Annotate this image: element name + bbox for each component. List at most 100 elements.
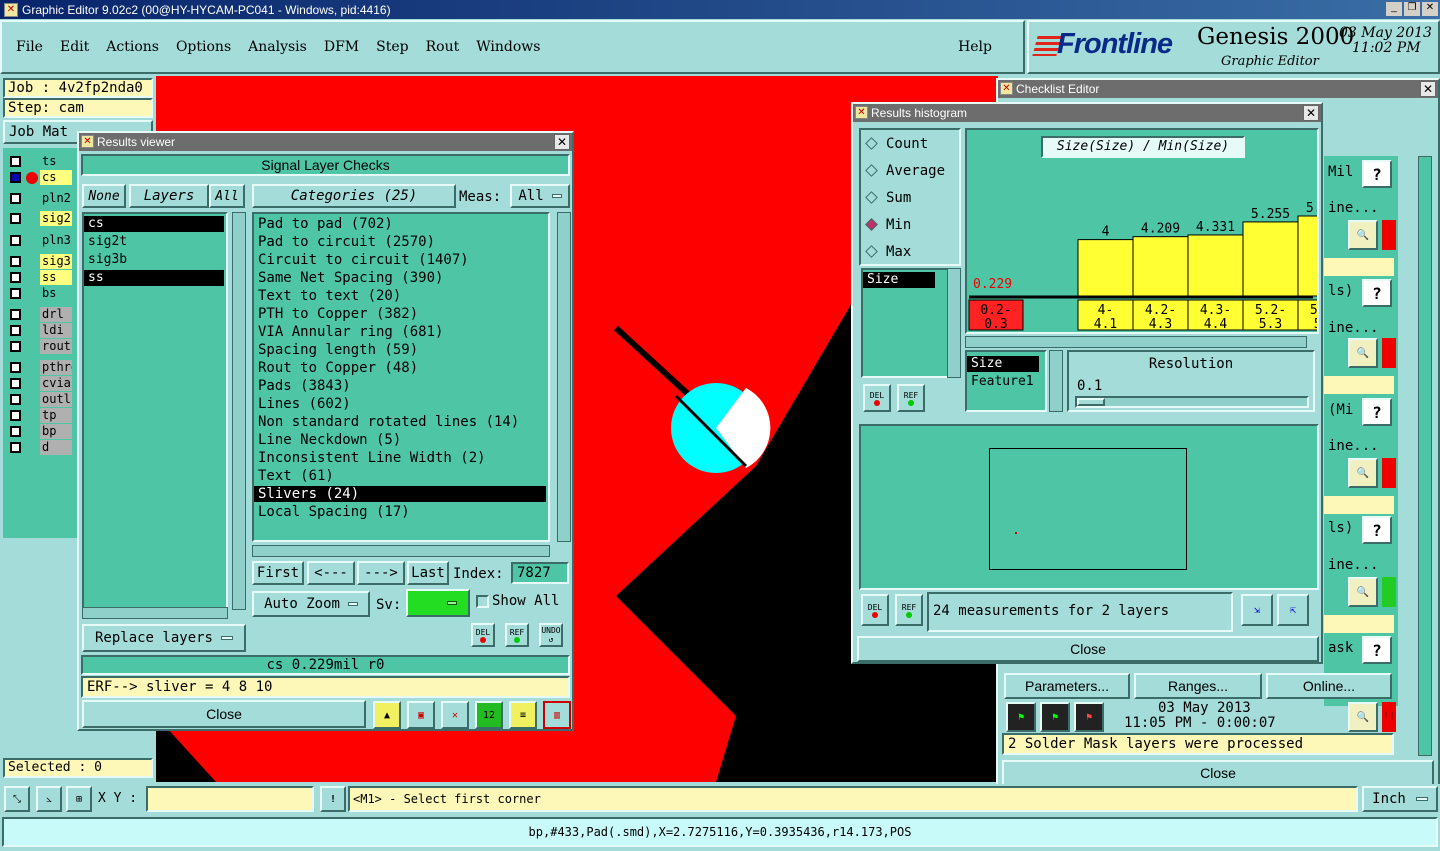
category-item[interactable]: Line Neckdown (5) [254,432,546,448]
histogram-close-button[interactable]: Close [857,636,1319,662]
layer-name-pln2[interactable]: pln2 [40,191,72,206]
option-sum[interactable]: Sum [863,190,911,206]
resolution-slider-thumb[interactable] [1077,398,1105,406]
layer-item-cs[interactable]: cs [84,216,224,232]
category-item[interactable]: Pad to circuit (2570) [254,234,546,250]
sv-color-dropdown[interactable] [406,589,470,617]
checklist-close-button[interactable]: Close [1002,760,1434,786]
auto-zoom-dropdown[interactable]: Auto Zoom [252,591,370,617]
layer-checkbox-bs[interactable] [10,288,21,299]
undo-button[interactable]: UNDO ↺ [539,623,563,647]
histogram-del-bottom[interactable]: DEL [861,594,889,626]
layer-checkbox-tp[interactable] [10,410,21,421]
maximize-button[interactable]: ❐ [1404,2,1420,16]
category-item[interactable]: PTH to Copper (382) [254,306,546,322]
layer-checkbox-d[interactable] [10,442,21,453]
category-item[interactable]: Spacing length (59) [254,342,546,358]
layer-name-ss[interactable]: ss [40,270,72,285]
alert-icon[interactable]: ! [320,786,346,812]
run-all-icon[interactable]: ⚑ [1006,702,1036,732]
counter-tool-icon[interactable]: 12 [475,701,503,729]
meas-dropdown[interactable]: All [510,184,570,208]
menu-file[interactable]: File [16,39,43,55]
close-window-button[interactable]: ✕ [1422,2,1438,16]
show-all-checkbox[interactable] [476,595,489,608]
category-item[interactable]: Same Net Spacing (390) [254,270,546,286]
parameters-button[interactable]: Parameters... [1004,673,1130,699]
layer-checkbox-pln2[interactable] [10,193,21,204]
layer-name-cvia[interactable]: cvia [40,376,72,391]
layer-checkbox-pln3[interactable] [10,235,21,246]
histogram-bar[interactable] [1187,234,1244,297]
histogram-hscrollbar[interactable] [965,336,1307,348]
layer-name-ts[interactable]: ts [40,154,72,169]
layer-name-drl[interactable]: drl [40,307,72,322]
layer-checkbox-ts[interactable] [10,156,21,167]
size-list-scrollbar[interactable] [947,268,961,378]
layer-item-sig2t[interactable]: sig2t [84,234,224,250]
import-icon[interactable]: ⇱ [1277,594,1309,626]
run-step-icon[interactable]: ⚑ [1074,702,1104,732]
layer-checkbox-bp[interactable] [10,426,21,437]
menu-windows[interactable]: Windows [476,39,540,55]
menu-edit[interactable]: Edit [60,39,89,55]
layer-checkbox-rout[interactable] [10,341,21,352]
zoom-icon[interactable]: 🔍 [1348,577,1378,607]
results-viewer-close-button[interactable]: Close [82,700,366,728]
histogram-tool-icon[interactable]: ▥ [543,701,571,729]
histogram-del-left[interactable]: DEL [863,384,891,412]
option-max[interactable]: Max [863,244,911,260]
help-question-icon[interactable]: ? [1362,516,1392,544]
layer-checkbox-cvia[interactable] [10,378,21,389]
help-question-icon[interactable]: ? [1362,398,1392,426]
ranges-button[interactable]: Ranges... [1134,673,1262,699]
zoom-window-icon[interactable]: ⤡ [4,786,30,812]
option-count[interactable]: Count [863,136,928,152]
none-button[interactable]: None [82,184,126,208]
histogram-bar[interactable] [1077,239,1134,297]
category-item[interactable]: Rout to Copper (48) [254,360,546,376]
layer-name-outl[interactable]: outl [40,392,72,407]
layer-name-d[interactable]: d [40,440,72,455]
size-item[interactable]: Size [863,272,935,288]
layer-item-ss[interactable]: ss [84,270,224,286]
all-layers-button[interactable]: All [209,184,245,208]
ref-button[interactable]: REF [505,623,529,647]
category-item[interactable]: Pad to pad (702) [254,216,546,232]
categories-hscrollbar[interactable] [252,545,550,557]
layer-checkbox-sig2[interactable] [10,213,21,224]
zoom-icon[interactable]: 🔍 [1348,702,1378,732]
minimize-button[interactable]: _ [1386,2,1402,16]
menu-actions[interactable]: Actions [106,39,159,55]
layer-list-hscrollbar[interactable] [82,607,228,619]
layer-list-scrollbar[interactable] [232,212,246,610]
results-viewer-close-icon[interactable]: ✕ [554,134,570,150]
histogram-ref-bottom[interactable]: REF [895,594,923,626]
layer-name-sig3[interactable]: sig3 [40,254,72,269]
next-button[interactable]: ---> [357,561,405,585]
layer-item-sig3b[interactable]: sig3b [84,252,224,268]
help-question-icon[interactable]: ? [1362,636,1392,664]
report-tool-icon[interactable]: ≡ [509,701,537,729]
grid-icon[interactable]: ⊞ [66,786,92,812]
index-input[interactable] [511,562,569,584]
layer-checkbox-cs[interactable] [10,172,21,183]
category-item[interactable]: Pads (3843) [254,378,546,394]
category-item[interactable]: Circuit to circuit (1407) [254,252,546,268]
layer-name-pln3[interactable]: pln3 [40,233,72,248]
category-item[interactable]: Inconsistent Line Width (2) [254,450,546,466]
category-item[interactable]: Local Spacing (17) [254,504,546,520]
last-button[interactable]: Last [407,561,449,585]
flag-tool-icon[interactable]: ▣ [407,701,435,729]
layer-checkbox-pthre[interactable] [10,362,21,373]
zoom-icon[interactable]: 🔍 [1348,220,1378,250]
categories-scrollbar[interactable] [557,212,571,542]
zoom-icon[interactable]: 🔍 [1348,338,1378,368]
layer-checkbox-ss[interactable] [10,272,21,283]
first-button[interactable]: First [252,561,304,585]
erf-tool-icon[interactable]: ✕ [441,701,469,729]
field-list[interactable]: Size Feature1 [965,350,1047,412]
layer-name-tp[interactable]: tp [40,408,72,423]
resolution-slider[interactable] [1075,396,1309,408]
layer-name-bs[interactable]: bs [40,286,72,301]
